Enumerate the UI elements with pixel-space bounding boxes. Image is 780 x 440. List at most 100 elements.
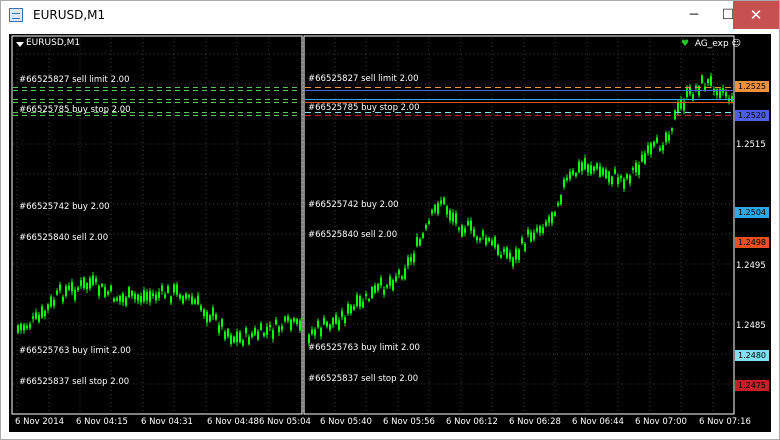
candle-body <box>557 203 559 206</box>
candle-body <box>362 301 364 308</box>
order-label-left: #66525840 sell 2.00 <box>19 233 109 243</box>
candle-body <box>560 195 562 205</box>
expert-advisor-label[interactable]: ♥ AG_exp ☺ <box>681 39 741 49</box>
order-label-left: #66525763 buy limit 2.00 <box>19 346 131 356</box>
candle-body <box>197 295 199 305</box>
candle-body <box>116 297 118 301</box>
order-label-left: #66525785 buy stop 2.00 <box>19 105 131 115</box>
candle-body <box>464 228 466 233</box>
candle-body <box>410 257 412 262</box>
candle-body <box>383 289 385 295</box>
order-label-right: #66525827 sell limit 2.00 <box>308 74 419 84</box>
candle-body <box>401 276 403 279</box>
candle-body <box>80 280 82 286</box>
candle-body <box>626 174 628 179</box>
price-axis-label: 1.2485 <box>736 321 766 331</box>
candle-body <box>446 206 448 215</box>
title-bar[interactable]: EURUSD,M1 ─ ☐ ✕ <box>1 1 779 31</box>
candle-body <box>533 232 535 240</box>
candle-body <box>167 286 169 293</box>
candle-body <box>266 326 268 335</box>
candle-body <box>620 175 622 179</box>
candle-body <box>314 329 316 336</box>
candle-body <box>338 320 340 330</box>
candle-body <box>128 287 130 298</box>
candle-body <box>77 287 79 290</box>
chart-menu-triangle-icon[interactable] <box>16 42 24 47</box>
candle-body <box>221 319 223 327</box>
candle-body <box>335 315 337 324</box>
order-label-right: #66525837 sell stop 2.00 <box>308 374 419 384</box>
candle-body <box>380 278 382 286</box>
candle-body <box>293 318 295 322</box>
candle-body <box>251 333 253 337</box>
candle-body <box>59 284 61 291</box>
candle-body <box>536 227 538 232</box>
candle-body <box>473 229 475 237</box>
candle-body <box>359 296 361 307</box>
candle-body <box>194 299 196 304</box>
candle-body <box>92 275 94 285</box>
candle-body <box>89 278 91 289</box>
candle-body <box>95 278 97 283</box>
time-axis-label: 6 Nov 04:48 <box>207 417 259 427</box>
candle-body <box>374 285 376 293</box>
order-label-left: #66525837 sell stop 2.00 <box>19 377 130 387</box>
candle-body <box>476 236 478 241</box>
candle-body <box>200 305 202 311</box>
candle-body <box>287 316 289 321</box>
candle-body <box>215 314 217 320</box>
candle-body <box>377 284 379 291</box>
candle-body <box>326 321 328 327</box>
candle-body <box>449 210 451 221</box>
candle-body <box>50 296 52 307</box>
candle-body <box>161 285 163 291</box>
time-axis-label: 6 Nov 06:44 <box>572 417 624 427</box>
candle-body <box>413 253 415 263</box>
time-axis-label: 6 Nov 06:12 <box>446 417 498 427</box>
order-label-left: #66525827 sell limit 2.00 <box>19 75 130 85</box>
candle-body <box>452 213 454 222</box>
minimize-button[interactable]: ─ <box>677 1 711 29</box>
candle-body <box>179 294 181 299</box>
price-chart[interactable]: EURUSD,M1 ♥ AG_exp ☺ #66525827 sell limi… <box>9 34 771 432</box>
candle-body <box>101 284 103 287</box>
candle-body <box>347 303 349 314</box>
candle-body <box>191 296 193 304</box>
candle-body <box>65 286 67 296</box>
window-title: EURUSD,M1 <box>33 8 106 22</box>
candle-body <box>224 331 226 340</box>
candle-body <box>431 209 433 214</box>
candle-body <box>491 240 493 245</box>
candle-body <box>239 332 241 343</box>
candle-body <box>506 247 508 258</box>
candle-body <box>173 284 175 293</box>
candle-body <box>461 225 463 237</box>
order-label-right: #66525785 buy stop 2.00 <box>308 103 420 113</box>
candle-body <box>344 317 346 324</box>
candle-body <box>299 320 301 331</box>
candle-body <box>440 200 442 204</box>
candle-body <box>317 320 319 328</box>
candle-body <box>269 324 271 328</box>
candle-body <box>575 173 577 177</box>
candle-body <box>551 212 553 223</box>
candle-body <box>422 233 424 238</box>
candle-body <box>503 249 505 253</box>
candle-body <box>647 145 649 153</box>
candle-body <box>674 110 676 120</box>
candle-body <box>227 329 229 337</box>
candle-body <box>218 325 220 333</box>
candle-body <box>578 161 580 173</box>
candle-body <box>26 325 28 329</box>
candle-body <box>296 319 298 324</box>
time-axis-label: 6 Nov 04:15 <box>76 417 128 427</box>
split-pane-right <box>303 35 735 415</box>
candle-body <box>416 237 418 247</box>
candle-body <box>671 128 673 131</box>
candle-body <box>482 231 484 236</box>
candle-body <box>680 98 682 109</box>
candle-body <box>329 324 331 330</box>
close-button[interactable]: ✕ <box>733 1 779 29</box>
candle-body <box>38 314 40 322</box>
